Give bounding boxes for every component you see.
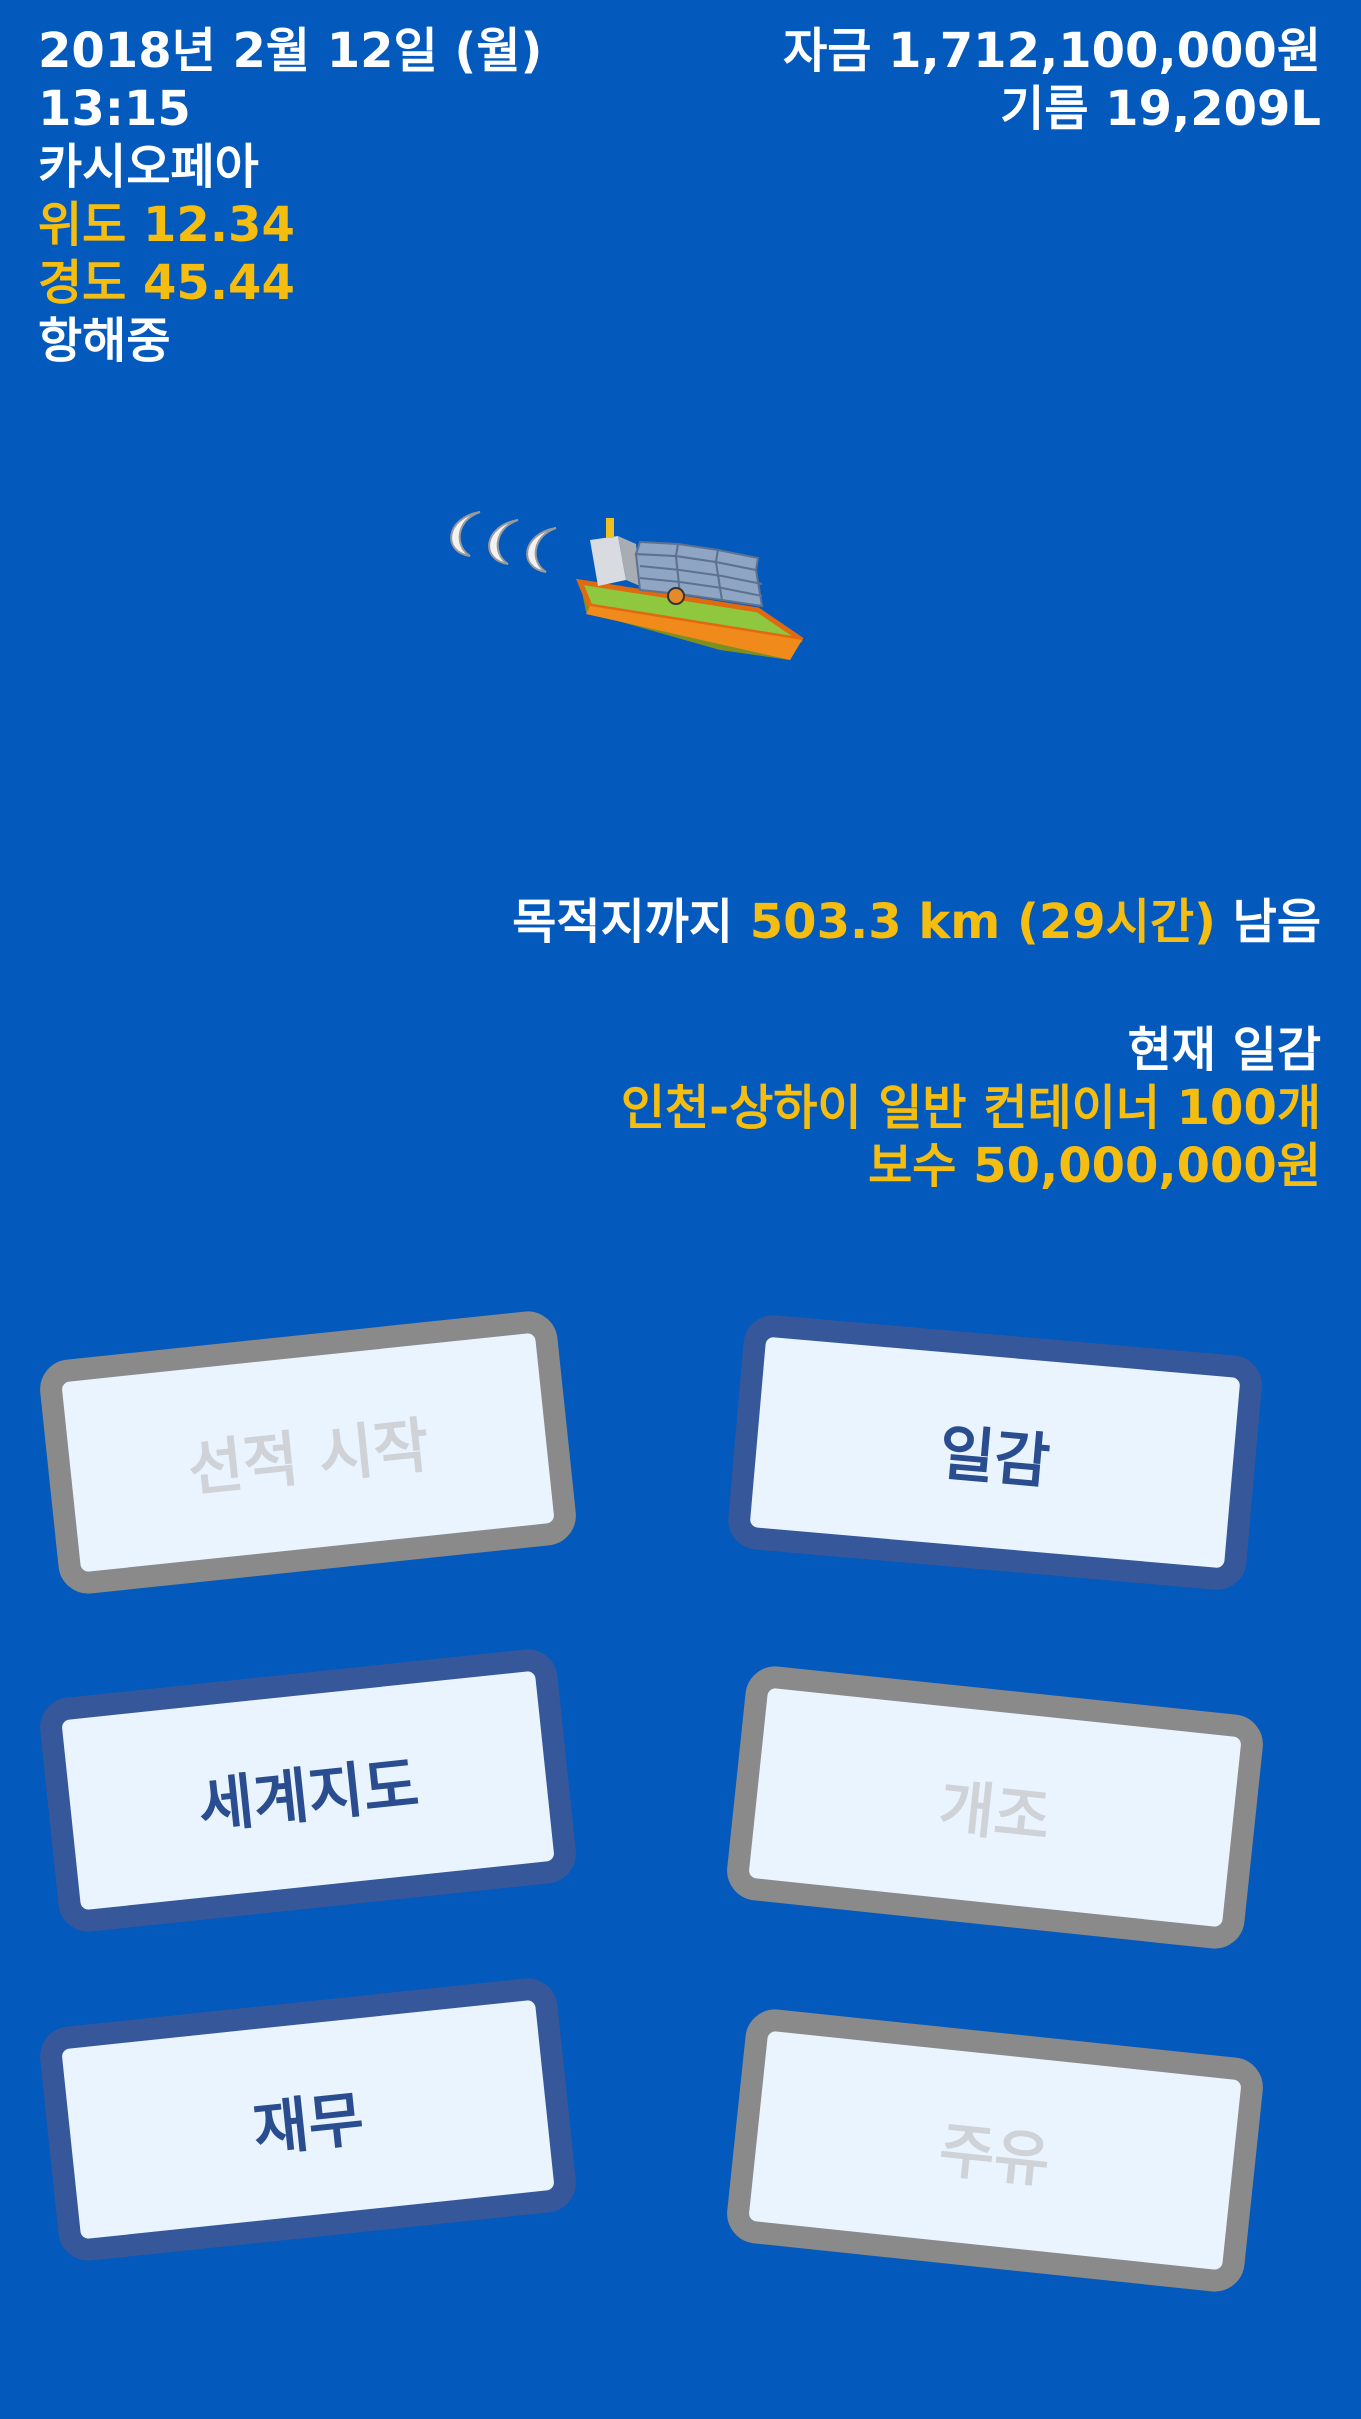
latitude-label: 위도 12.34	[38, 197, 295, 253]
resources-panel: 자금 1,712,100,000원 기름 19,209L	[783, 22, 1321, 138]
contract-route: 인천-상하이 일반 컨테이너 100개	[620, 1080, 1321, 1136]
refit-button[interactable]: 개조	[724, 1663, 1266, 1952]
distance-remaining: 목적지까지 503.3 km (29시간) 남음	[512, 893, 1321, 951]
longitude-label: 경도 45.44	[38, 255, 295, 311]
refit-label: 개조	[935, 1772, 1053, 1854]
jobs-label: 일감	[936, 1418, 1053, 1498]
time-label: 13:15	[38, 81, 191, 137]
fuel-label: 기름 19,209L	[1000, 81, 1321, 137]
wake-icon	[450, 511, 557, 573]
date-label: 2018년 2월 12일 (월)	[38, 23, 543, 79]
distance-suffix: 남음	[1215, 894, 1321, 950]
world-map-label: 세계지도	[195, 1749, 423, 1843]
distance-prefix: 목적지까지	[512, 894, 750, 950]
container-ship-icon	[440, 490, 820, 660]
distance-value: 503.3 km (29시간)	[749, 894, 1216, 950]
finance-label: 재무	[250, 2084, 368, 2166]
refuel-button[interactable]: 주유	[724, 2006, 1266, 2295]
current-contract: 현재 일감 인천-상하이 일반 컨테이너 100개 보수 50,000,000원	[621, 1021, 1321, 1195]
contract-reward: 보수 50,000,000원	[868, 1138, 1321, 1194]
refuel-label: 주유	[935, 2115, 1053, 2197]
status-panel: 2018년 2월 12일 (월) 13:15 카시오페아 위도 12.34 경도…	[38, 22, 542, 370]
load-start-label: 선적 시작	[184, 1410, 433, 1506]
jobs-button[interactable]: 일감	[725, 1312, 1265, 1593]
load-start-button[interactable]: 선적 시작	[37, 1308, 579, 1597]
contract-title: 현재 일감	[1127, 1022, 1321, 1078]
sailing-state: 항해중	[38, 313, 171, 369]
finance-button[interactable]: 재무	[37, 1975, 579, 2264]
funds-label: 자금 1,712,100,000원	[783, 23, 1321, 79]
ship-name: 카시오페아	[38, 139, 259, 195]
world-map-button[interactable]: 세계지도	[37, 1646, 579, 1935]
